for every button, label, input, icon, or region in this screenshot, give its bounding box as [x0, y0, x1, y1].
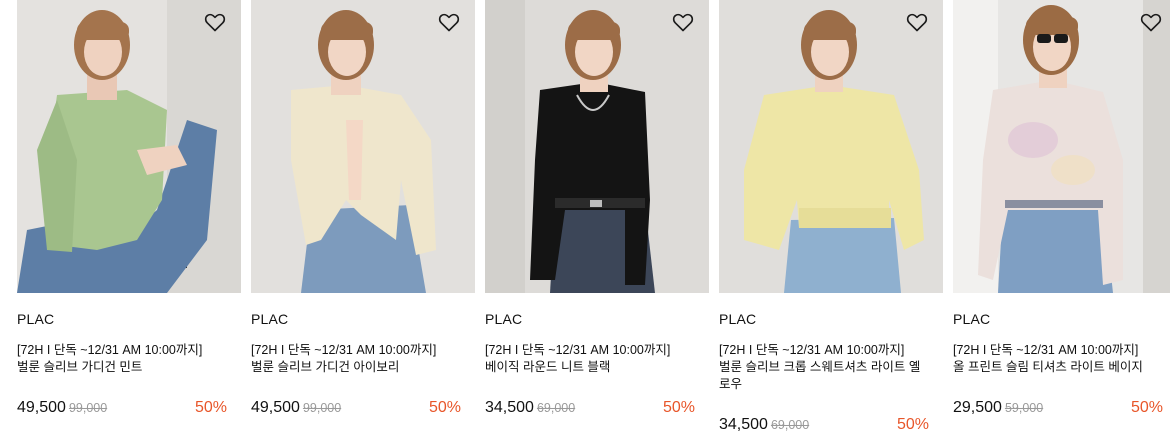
price-row: 34,500 69,000 50%	[719, 415, 929, 435]
sale-price: 34,500	[719, 416, 768, 433]
product-promo: [72H I 단독 ~12/31 AM 10:00까지]	[17, 343, 203, 357]
discount-rate: 50%	[1130, 399, 1163, 416]
product-brand[interactable]: PLAC	[251, 311, 288, 327]
product-image[interactable]	[719, 0, 943, 293]
product-promo: [72H I 단독 ~12/31 AM 10:00까지]	[719, 343, 905, 357]
product-title: 올 프린트 슬림 티셔츠 라이트 베이지	[953, 360, 1143, 374]
original-price: 99,000	[68, 401, 108, 415]
product-card[interactable]: PLAC [72H I 단독 ~12/31 AM 10:00까지] 올 프린트 …	[953, 0, 1170, 426]
product-image[interactable]	[251, 0, 475, 293]
product-name[interactable]: [72H I 단독 ~12/31 AM 10:00까지] 올 프린트 슬림 티셔…	[953, 342, 1165, 376]
price-row: 49,500 99,000 50%	[251, 398, 461, 418]
model-photo	[953, 0, 1170, 293]
discount-rate: 50%	[428, 399, 461, 416]
original-price: 99,000	[302, 401, 342, 415]
product-name[interactable]: [72H I 단독 ~12/31 AM 10:00까지] 벌룬 슬리브 가디건 …	[17, 342, 229, 376]
discount-rate: 50%	[194, 399, 227, 416]
sale-price: 49,500	[251, 399, 300, 416]
model-photo	[17, 0, 241, 293]
heart-outline-icon[interactable]	[203, 10, 227, 34]
product-grid: PLAC [72H I 단독 ~12/31 AM 10:00까지] 벌룬 슬리브…	[0, 0, 1170, 433]
sale-price: 34,500	[485, 399, 534, 416]
original-price: 69,000	[770, 418, 810, 432]
product-name[interactable]: [72H I 단독 ~12/31 AM 10:00까지] 벌룬 슬리브 가디건 …	[251, 342, 463, 376]
price-row: 49,500 99,000 50%	[17, 398, 227, 418]
product-image[interactable]	[953, 0, 1170, 293]
product-title: 베이직 라운드 니트 블랙	[485, 360, 611, 374]
product-title: 벌룬 슬리브 크롭 스웨트셔츠 라이트 옐로우	[719, 360, 921, 391]
product-brand[interactable]: PLAC	[485, 311, 522, 327]
product-image[interactable]	[17, 0, 241, 293]
heart-outline-icon[interactable]	[905, 10, 929, 34]
heart-outline-icon[interactable]	[1139, 10, 1163, 34]
product-brand[interactable]: PLAC	[953, 311, 990, 327]
product-promo: [72H I 단독 ~12/31 AM 10:00까지]	[953, 343, 1139, 357]
product-promo: [72H I 단독 ~12/31 AM 10:00까지]	[485, 343, 671, 357]
product-title: 벌룬 슬리브 가디건 민트	[17, 360, 143, 374]
product-brand[interactable]: PLAC	[17, 311, 54, 327]
product-card[interactable]: PLAC [72H I 단독 ~12/31 AM 10:00까지] 베이직 라운…	[485, 0, 709, 426]
product-card[interactable]: PLAC [72H I 단독 ~12/31 AM 10:00까지] 벌룬 슬리브…	[719, 0, 943, 433]
discount-rate: 50%	[896, 416, 929, 433]
product-image[interactable]	[485, 0, 709, 293]
discount-rate: 50%	[662, 399, 695, 416]
price-row: 29,500 59,000 50%	[953, 398, 1163, 418]
sale-price: 49,500	[17, 399, 66, 416]
heart-outline-icon[interactable]	[437, 10, 461, 34]
product-brand[interactable]: PLAC	[719, 311, 756, 327]
product-promo: [72H I 단독 ~12/31 AM 10:00까지]	[251, 343, 437, 357]
product-card[interactable]: PLAC [72H I 단독 ~12/31 AM 10:00까지] 벌룬 슬리브…	[251, 0, 475, 426]
model-photo	[719, 0, 943, 293]
sale-price: 29,500	[953, 399, 1002, 416]
original-price: 59,000	[1004, 401, 1044, 415]
model-photo	[251, 0, 475, 293]
product-title: 벌룬 슬리브 가디건 아이보리	[251, 360, 400, 374]
original-price: 69,000	[536, 401, 576, 415]
model-photo	[485, 0, 709, 293]
price-row: 34,500 69,000 50%	[485, 398, 695, 418]
product-name[interactable]: [72H I 단독 ~12/31 AM 10:00까지] 벌룬 슬리브 크롭 스…	[719, 342, 931, 393]
product-card[interactable]: PLAC [72H I 단독 ~12/31 AM 10:00까지] 벌룬 슬리브…	[17, 0, 241, 426]
heart-outline-icon[interactable]	[671, 10, 695, 34]
product-name[interactable]: [72H I 단독 ~12/31 AM 10:00까지] 베이직 라운드 니트 …	[485, 342, 697, 376]
